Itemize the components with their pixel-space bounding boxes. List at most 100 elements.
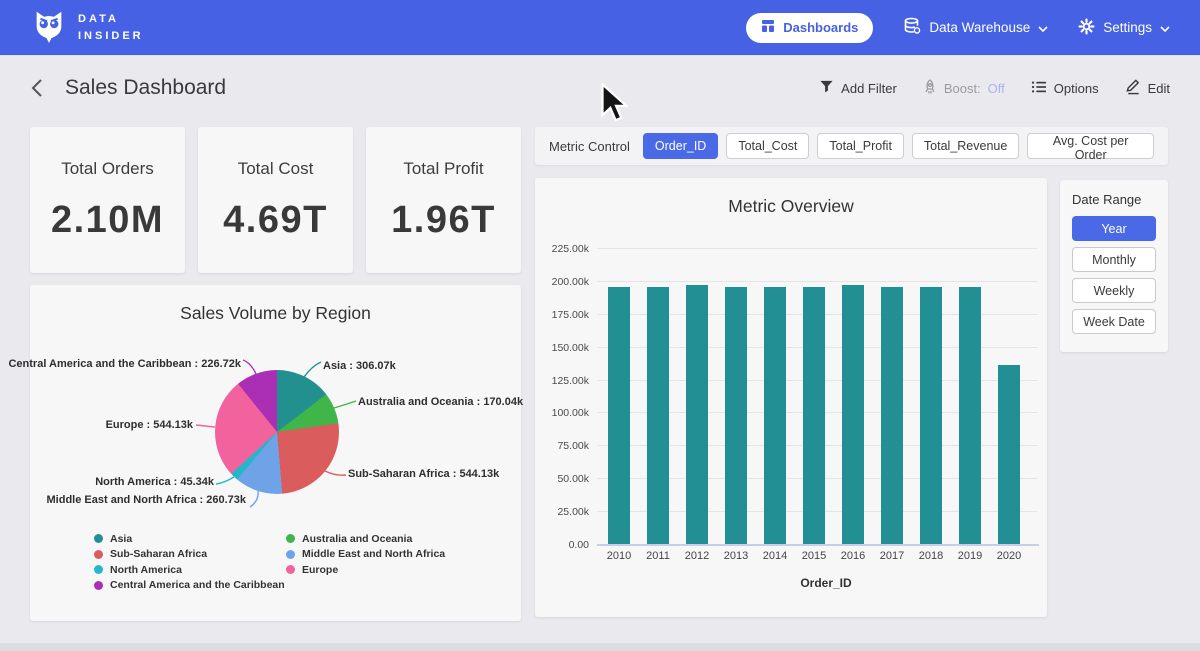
- nav-dashboards-button[interactable]: Dashboards: [746, 13, 873, 43]
- kpi-value: 2.10M: [30, 199, 185, 242]
- legend-dot: [286, 565, 295, 574]
- bar-2011[interactable]: [647, 287, 669, 544]
- bar-2018[interactable]: [920, 287, 942, 544]
- gridline: [597, 248, 1037, 249]
- pie-legend-col1: Asia Sub-Saharan Africa North America Centr…: [94, 533, 285, 591]
- nav-data-warehouse-label: Data Warehouse: [929, 20, 1030, 35]
- metric-control-label: Metric Control: [549, 139, 630, 154]
- legend-label: Australia and Oceania: [302, 533, 412, 545]
- x-axis-tick: 2011: [638, 550, 678, 562]
- nav-settings[interactable]: Settings: [1078, 18, 1170, 38]
- bar-2020[interactable]: [998, 365, 1020, 544]
- legend-item-sub-saharan-africa[interactable]: Sub-Saharan Africa: [94, 549, 285, 560]
- legend-item-europe[interactable]: Europe: [286, 564, 445, 575]
- date-range-monthly[interactable]: Monthly: [1072, 247, 1156, 272]
- x-axis-tick: 2018: [911, 550, 951, 562]
- legend-label: Middle East and North Africa: [302, 548, 445, 560]
- kpi-value: 1.96T: [366, 199, 521, 242]
- nav-settings-label: Settings: [1103, 20, 1152, 35]
- bar-2019[interactable]: [959, 287, 981, 544]
- kpi-card-total-profit: Total Profit 1.96T: [366, 127, 521, 273]
- pie-label-asia: Asia : 306.07k: [323, 360, 396, 372]
- y-axis-tick: 0.00: [535, 539, 589, 551]
- back-button[interactable]: [30, 78, 43, 98]
- options-list-icon: [1031, 80, 1047, 97]
- legend-dot: [94, 581, 103, 590]
- options-button[interactable]: Options: [1031, 80, 1099, 97]
- boost-value: Off: [988, 81, 1005, 96]
- y-axis-tick: 75.00k: [535, 440, 589, 452]
- bar-2017[interactable]: [881, 287, 903, 544]
- edit-button[interactable]: Edit: [1125, 78, 1170, 98]
- options-label: Options: [1054, 81, 1099, 96]
- kpi-value: 4.69T: [198, 199, 353, 242]
- bar-2015[interactable]: [803, 287, 825, 544]
- bar-2014[interactable]: [764, 287, 786, 544]
- rocket-icon: [923, 79, 937, 98]
- x-axis-tick: 2017: [872, 550, 912, 562]
- nav-data-warehouse[interactable]: Data Warehouse: [903, 17, 1048, 38]
- pie-chart[interactable]: [215, 370, 339, 494]
- kpi-card-total-orders: Total Orders 2.10M: [30, 127, 185, 273]
- metric-control-chips: Order_ID Total_Cost Total_Profit Total_Reve…: [643, 133, 1154, 159]
- kpi-label: Total Profit: [366, 159, 521, 179]
- date-range-buttons: Year Monthly Weekly Week Date: [1072, 216, 1156, 334]
- legend-item-north-america[interactable]: North America: [94, 564, 285, 575]
- legend-item-australia-and-oceania[interactable]: Australia and Oceania: [286, 533, 445, 544]
- metric-control-bar: Metric Control Order_ID Total_Cost Total_P…: [535, 127, 1168, 165]
- page-header: Sales Dashboard Add Filter Boost: Off: [0, 56, 1200, 120]
- legend-dot: [94, 565, 103, 574]
- bar-2013[interactable]: [725, 287, 747, 544]
- add-filter-button[interactable]: Add Filter: [819, 79, 897, 97]
- y-axis-tick: 25.00k: [535, 506, 589, 518]
- gear-icon: [1078, 18, 1095, 38]
- bar-2012[interactable]: [686, 285, 708, 544]
- legend-item-middle-east-and-north-africa[interactable]: Middle East and North Africa: [286, 549, 445, 560]
- y-axis-tick: 125.00k: [535, 375, 589, 387]
- legend-dot: [94, 550, 103, 559]
- pencil-icon: [1125, 78, 1141, 98]
- legend-label: Asia: [110, 533, 132, 545]
- legend-series-label: Order_ID: [800, 576, 851, 590]
- metric-chip-avg-cost-per-order[interactable]: Avg. Cost per Order: [1027, 133, 1154, 159]
- pie-label-sub-saharan: Sub-Saharan Africa : 544.13k: [348, 468, 499, 480]
- metric-chip-total-cost[interactable]: Total_Cost: [726, 133, 809, 159]
- brand-logo[interactable]: DATA INSIDER: [30, 6, 144, 49]
- page-title: Sales Dashboard: [65, 76, 226, 100]
- pie-label-europe: Europe : 544.13k: [106, 419, 193, 431]
- brand-name: DATA INSIDER: [78, 11, 144, 44]
- legend-dot: [782, 578, 792, 588]
- boost-toggle[interactable]: Boost: Off: [923, 79, 1005, 98]
- y-axis-tick: 150.00k: [535, 342, 589, 354]
- bottom-strip: [0, 643, 1200, 651]
- pie-label-mena: Middle East and North Africa : 260.73k: [47, 494, 246, 506]
- date-range-weekly[interactable]: Weekly: [1072, 278, 1156, 303]
- legend-dot: [94, 534, 103, 543]
- x-axis-tick: 2010: [599, 550, 639, 562]
- legend-item-asia[interactable]: Asia: [94, 533, 285, 544]
- date-range-year[interactable]: Year: [1072, 216, 1156, 241]
- date-range-week-date[interactable]: Week Date: [1072, 309, 1156, 334]
- y-axis-tick: 200.00k: [535, 276, 589, 288]
- metric-chip-total-profit[interactable]: Total_Profit: [817, 133, 904, 159]
- legend-label: Central America and the Caribbean: [110, 579, 285, 591]
- legend-item-central-america-and-the-caribbean[interactable]: Central America and the Caribbean: [94, 580, 285, 591]
- x-axis-tick: 2016: [833, 550, 873, 562]
- nav-dashboards-label: Dashboards: [783, 20, 858, 35]
- date-range-panel: Date Range YearMonthlyWeeklyWeek Date: [1060, 180, 1168, 352]
- metric-overview-panel: Metric Overview 0.0025.00k50.00k75.00k10…: [535, 178, 1047, 617]
- metric-chip-order-id[interactable]: Order_ID: [643, 133, 718, 159]
- gridline: [597, 281, 1037, 282]
- owl-logo-icon: [30, 6, 68, 49]
- edit-label: Edit: [1148, 81, 1170, 96]
- x-axis-tick: 2019: [950, 550, 990, 562]
- bar-2010[interactable]: [608, 287, 630, 544]
- bar-2016[interactable]: [842, 285, 864, 544]
- metric-chip-total-revenue[interactable]: Total_Revenue: [912, 133, 1019, 159]
- chevron-down-icon: [1160, 20, 1170, 35]
- legend-dot: [286, 550, 295, 559]
- chevron-down-icon: [1038, 20, 1048, 35]
- pie-label-north-america: North America : 45.34k: [95, 476, 214, 488]
- x-axis-tick: 2012: [677, 550, 717, 562]
- y-axis-tick: 100.00k: [535, 407, 589, 419]
